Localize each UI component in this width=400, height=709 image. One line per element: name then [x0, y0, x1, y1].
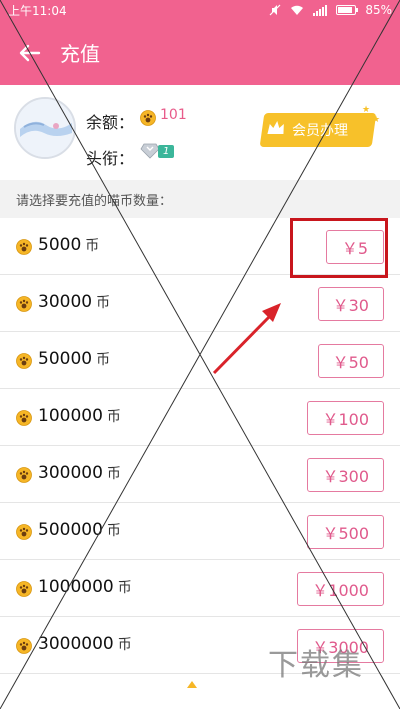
price-button[interactable]: ￥1000	[297, 572, 384, 606]
coin-unit: 币	[106, 523, 121, 539]
balance-value: 101	[160, 107, 187, 123]
coin-amount-value: 500000	[38, 520, 103, 540]
package-item: 5000 币 ￥5	[0, 218, 400, 275]
coin-amount-value: 3000000	[38, 634, 114, 654]
diamond-icon	[140, 143, 160, 159]
status-icons: 85%	[269, 3, 392, 17]
price-button[interactable]: ￥50	[317, 344, 384, 378]
coin-amount-value: 100000	[38, 406, 103, 426]
paw-coin-icon	[16, 239, 32, 255]
paw-coin-icon	[187, 681, 197, 688]
section-divider	[0, 180, 400, 190]
paw-coin-icon	[140, 110, 156, 126]
package-item: 3000000 币 ￥3000	[0, 617, 400, 674]
coin-unit: 币	[106, 409, 121, 425]
package-item: 50000 币 ￥50	[0, 332, 400, 389]
coin-unit: 币	[117, 580, 132, 596]
vip-button-label: 会员办理	[292, 123, 348, 139]
coin-amount: 1000000 币	[38, 577, 132, 597]
profile-card: 余额： 101 头衔： 1 会员办理 ★ ★	[0, 85, 400, 180]
price-button[interactable]: ￥30	[317, 287, 384, 321]
list-continuation	[0, 674, 400, 709]
package-item: 1000000 币 ￥1000	[0, 560, 400, 617]
balance-label: 余额：	[86, 113, 135, 132]
title-label: 头衔：	[86, 149, 135, 168]
rank-level: 1	[158, 144, 175, 158]
sparkle-icon: ★	[362, 105, 371, 115]
coin-unit: 币	[96, 352, 111, 368]
price-button[interactable]: ￥3000	[297, 629, 384, 663]
back-button[interactable]	[0, 20, 60, 85]
sparkle-icon: ★	[372, 115, 381, 125]
coin-unit: 币	[117, 637, 132, 653]
price-button[interactable]: ￥5	[326, 230, 384, 264]
coin-amount-value: 50000	[38, 349, 93, 369]
battery-percent: 85%	[365, 3, 392, 17]
vip-button[interactable]: 会员办理	[259, 113, 377, 147]
coin-amount: 5000 币	[38, 235, 99, 255]
price-button[interactable]: ￥500	[307, 515, 384, 549]
price-button[interactable]: ￥100	[307, 401, 384, 435]
paw-coin-icon	[16, 581, 32, 597]
coin-amount-value: 1000000	[38, 577, 114, 597]
package-item: 500000 币 ￥500	[0, 503, 400, 560]
coin-amount: 30000 币	[38, 292, 110, 312]
paw-coin-icon	[16, 638, 32, 654]
mute-icon	[269, 4, 281, 16]
avatar-image	[16, 99, 74, 157]
signal-icon	[313, 4, 328, 16]
coin-unit: 币	[106, 466, 121, 482]
package-list: 5000 币 ￥5 30000 币 ￥30 50000 币 ￥50 100000 币 ￥…	[0, 218, 400, 674]
coin-amount: 300000 币	[38, 463, 121, 483]
paw-coin-icon	[16, 296, 32, 312]
status-bar: 上午11:04 85%	[0, 0, 400, 20]
paw-coin-icon	[16, 524, 32, 540]
coin-amount: 3000000 币	[38, 634, 132, 654]
page-title: 充值	[60, 42, 100, 66]
coin-amount-value: 300000	[38, 463, 103, 483]
section-hint: 请选择要充值的喵币数量：	[0, 190, 400, 218]
price-button[interactable]: ￥300	[307, 458, 384, 492]
package-item: 100000 币 ￥100	[0, 389, 400, 446]
coin-amount: 50000 币	[38, 349, 110, 369]
package-item: 30000 币 ￥30	[0, 275, 400, 332]
app-bar: 充值	[0, 20, 400, 85]
battery-icon	[336, 5, 359, 15]
paw-coin-icon	[16, 467, 32, 483]
coin-amount-value: 30000	[38, 292, 93, 312]
status-time: 上午11:04	[8, 3, 67, 18]
coin-amount-value: 5000	[38, 235, 82, 255]
coin-amount: 500000 币	[38, 520, 121, 540]
paw-coin-icon	[16, 410, 32, 426]
arrow-left-icon	[19, 44, 41, 61]
coin-unit: 币	[85, 238, 100, 254]
package-item: 300000 币 ￥300	[0, 446, 400, 503]
rank-badge-group: 1	[140, 143, 175, 159]
coin-amount: 100000 币	[38, 406, 121, 426]
wifi-icon	[291, 5, 304, 15]
paw-coin-icon	[16, 353, 32, 369]
avatar[interactable]	[14, 97, 76, 159]
crown-icon	[267, 121, 284, 134]
coin-unit: 币	[96, 295, 111, 311]
